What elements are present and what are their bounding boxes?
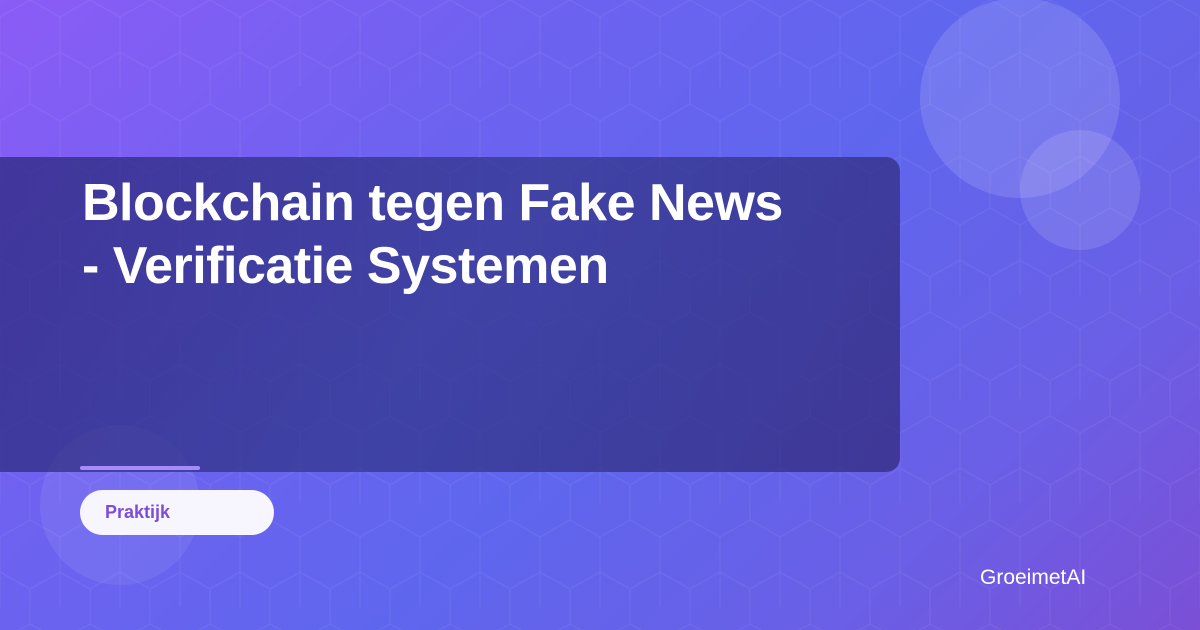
brand-wordmark: GroeimetAI (980, 566, 1087, 589)
category-label: Praktijk (105, 502, 171, 522)
category-badge[interactable]: Praktijk (80, 490, 274, 535)
decorative-circle-small (1020, 130, 1140, 250)
page-title: Blockchain tegen Fake News - Verificatie… (82, 174, 783, 295)
accent-divider (80, 466, 200, 470)
